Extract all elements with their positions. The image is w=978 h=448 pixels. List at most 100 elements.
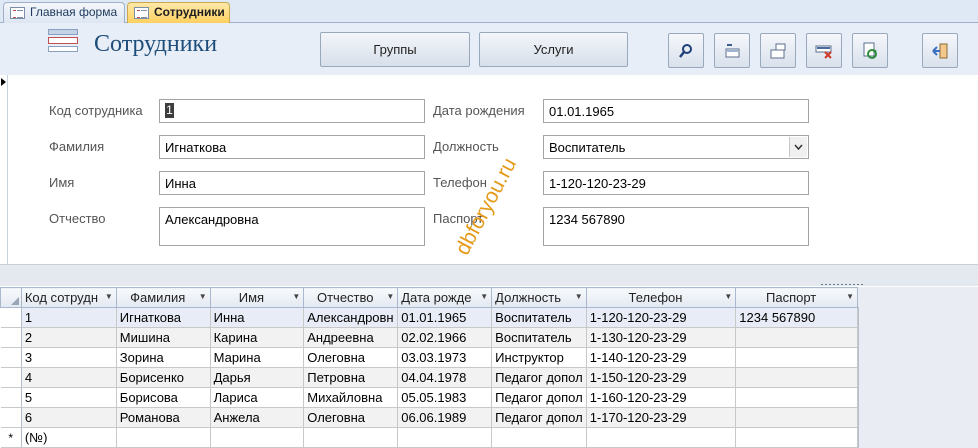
table-cell[interactable]: Дарья <box>210 367 305 388</box>
table-cell[interactable]: 1-160-120-23-29 <box>586 387 737 408</box>
table-cell[interactable]: Педагог допол <box>491 387 587 408</box>
table-row[interactable]: 6 Романова Анжела Олеговна 06.06.1989 Педагог… <box>0 407 858 428</box>
tab-main-form[interactable]: Главная форма <box>3 2 125 23</box>
refresh-button[interactable] <box>852 33 888 68</box>
column-dropdown-icon[interactable]: ▼ <box>386 292 394 301</box>
column-dropdown-icon[interactable]: ▼ <box>724 292 732 301</box>
column-dropdown-icon[interactable]: ▼ <box>199 292 207 301</box>
table-cell[interactable]: 1-150-120-23-29 <box>586 367 737 388</box>
table-cell[interactable]: 1234 567890 <box>735 307 858 328</box>
table-cell[interactable]: 3 <box>21 347 117 368</box>
table-cell[interactable]: Воспитатель <box>491 327 587 348</box>
column-dropdown-icon[interactable]: ▼ <box>846 292 854 301</box>
copy-record-button[interactable] <box>760 33 796 68</box>
column-header[interactable]: Имя ▼ <box>209 287 305 308</box>
column-dropdown-icon[interactable]: ▼ <box>575 292 583 301</box>
table-cell[interactable]: 5 <box>21 387 117 408</box>
column-header[interactable]: Паспорт ▼ <box>735 287 858 308</box>
table-cell[interactable]: Михайловна <box>303 387 399 408</box>
table-cell[interactable] <box>735 367 858 388</box>
table-cell[interactable] <box>491 427 587 448</box>
table-cell[interactable]: Карина <box>210 327 305 348</box>
table-cell[interactable]: 04.04.1978 <box>397 367 493 388</box>
birth-date-field[interactable]: 01.01.1965 <box>543 99 809 123</box>
table-cell[interactable]: 1-130-120-23-29 <box>586 327 737 348</box>
table-row[interactable]: 1 Игнаткова Инна Александровн 01.01.1965 Восп… <box>0 307 858 328</box>
column-dropdown-icon[interactable]: ▼ <box>292 292 300 301</box>
last-name-field[interactable]: Игнаткова <box>159 135 425 159</box>
table-cell[interactable]: Инструктор <box>491 347 587 368</box>
table-cell[interactable]: 05.05.1983 <box>397 387 493 408</box>
table-cell[interactable] <box>586 427 737 448</box>
table-cell[interactable]: Педагог допол <box>491 367 587 388</box>
table-cell[interactable] <box>735 347 858 368</box>
column-header[interactable]: Отчество ▼ <box>303 287 399 308</box>
tab-employees[interactable]: Сотрудники <box>127 2 230 24</box>
table-cell[interactable]: Олеговна <box>303 347 399 368</box>
phone-field[interactable]: 1-120-120-23-29 <box>543 171 809 195</box>
row-selector[interactable] <box>0 367 22 388</box>
services-button[interactable]: Услуги <box>479 32 628 67</box>
table-cell[interactable] <box>116 427 211 448</box>
table-cell[interactable]: Игнаткова <box>116 307 211 328</box>
table-cell[interactable] <box>735 327 858 348</box>
table-cell[interactable]: Андреевна <box>303 327 399 348</box>
table-cell[interactable]: Романова <box>116 407 211 428</box>
table-cell[interactable] <box>735 387 858 408</box>
table-row[interactable]: 5 Борисова Лариса Михайловна 05.05.1983 Педаг… <box>0 387 858 408</box>
table-cell[interactable]: (№) <box>21 427 117 448</box>
column-dropdown-icon[interactable]: ▼ <box>480 292 488 301</box>
column-header[interactable]: Должность ▼ <box>491 287 587 308</box>
row-selector[interactable] <box>0 407 22 428</box>
employee-id-field[interactable]: 1 <box>159 99 425 123</box>
column-header[interactable]: Код сотрудн ▼ <box>20 287 117 308</box>
table-cell[interactable]: Борисова <box>116 387 211 408</box>
table-cell[interactable] <box>735 407 858 428</box>
table-cell[interactable]: Педагог допол <box>491 407 587 428</box>
table-cell[interactable] <box>210 427 305 448</box>
new-record-button[interactable] <box>714 33 750 68</box>
exit-button[interactable] <box>922 33 958 68</box>
table-cell[interactable]: Анжела <box>210 407 305 428</box>
table-cell[interactable] <box>303 427 399 448</box>
row-selector[interactable] <box>0 307 22 328</box>
select-all-corner[interactable] <box>0 287 22 308</box>
column-header[interactable]: Фамилия ▼ <box>115 287 211 308</box>
table-cell[interactable]: Александровн <box>303 307 399 328</box>
table-cell[interactable]: Борисенко <box>116 367 211 388</box>
table-cell[interactable]: 03.03.1973 <box>397 347 493 368</box>
column-dropdown-icon[interactable]: ▼ <box>105 292 113 301</box>
row-selector[interactable] <box>0 347 22 368</box>
new-record-row[interactable]: * (№) <box>0 427 858 448</box>
passport-field[interactable]: 1234 567890 <box>543 207 809 246</box>
table-cell[interactable]: Инна <box>210 307 305 328</box>
table-row[interactable]: 4 Борисенко Дарья Петровна 04.04.1978 Педагог… <box>0 367 858 388</box>
table-cell[interactable]: Олеговна <box>303 407 399 428</box>
table-cell[interactable]: 1-140-120-23-29 <box>586 347 737 368</box>
search-button[interactable] <box>668 33 704 68</box>
split-form-splitter[interactable] <box>0 264 978 286</box>
table-cell[interactable]: 4 <box>21 367 117 388</box>
table-cell[interactable]: Зорина <box>116 347 211 368</box>
first-name-field[interactable]: Инна <box>159 171 425 195</box>
table-cell[interactable]: 01.01.1965 <box>397 307 493 328</box>
position-dropdown-button[interactable] <box>789 137 807 157</box>
table-cell[interactable]: 6 <box>21 407 117 428</box>
table-cell[interactable]: Воспитатель <box>491 307 587 328</box>
table-row[interactable]: 3 Зорина Марина Олеговна 03.03.1973 Инструкто… <box>0 347 858 368</box>
record-selector[interactable] <box>0 75 8 265</box>
groups-button[interactable]: Группы <box>320 32 470 67</box>
table-cell[interactable] <box>735 427 858 448</box>
column-header[interactable]: Телефон ▼ <box>585 287 737 308</box>
table-cell[interactable]: Петровна <box>303 367 399 388</box>
patronymic-field[interactable]: Александровна <box>159 207 425 246</box>
table-cell[interactable]: 1-120-120-23-29 <box>586 307 737 328</box>
table-cell[interactable]: Марина <box>210 347 305 368</box>
table-cell[interactable] <box>397 427 493 448</box>
table-cell[interactable]: 06.06.1989 <box>397 407 493 428</box>
table-cell[interactable]: 02.02.1966 <box>397 327 493 348</box>
table-cell[interactable]: 2 <box>21 327 117 348</box>
row-selector[interactable] <box>0 327 22 348</box>
table-cell[interactable]: 1 <box>21 307 117 328</box>
column-header[interactable]: Дата рожде ▼ <box>397 287 493 308</box>
